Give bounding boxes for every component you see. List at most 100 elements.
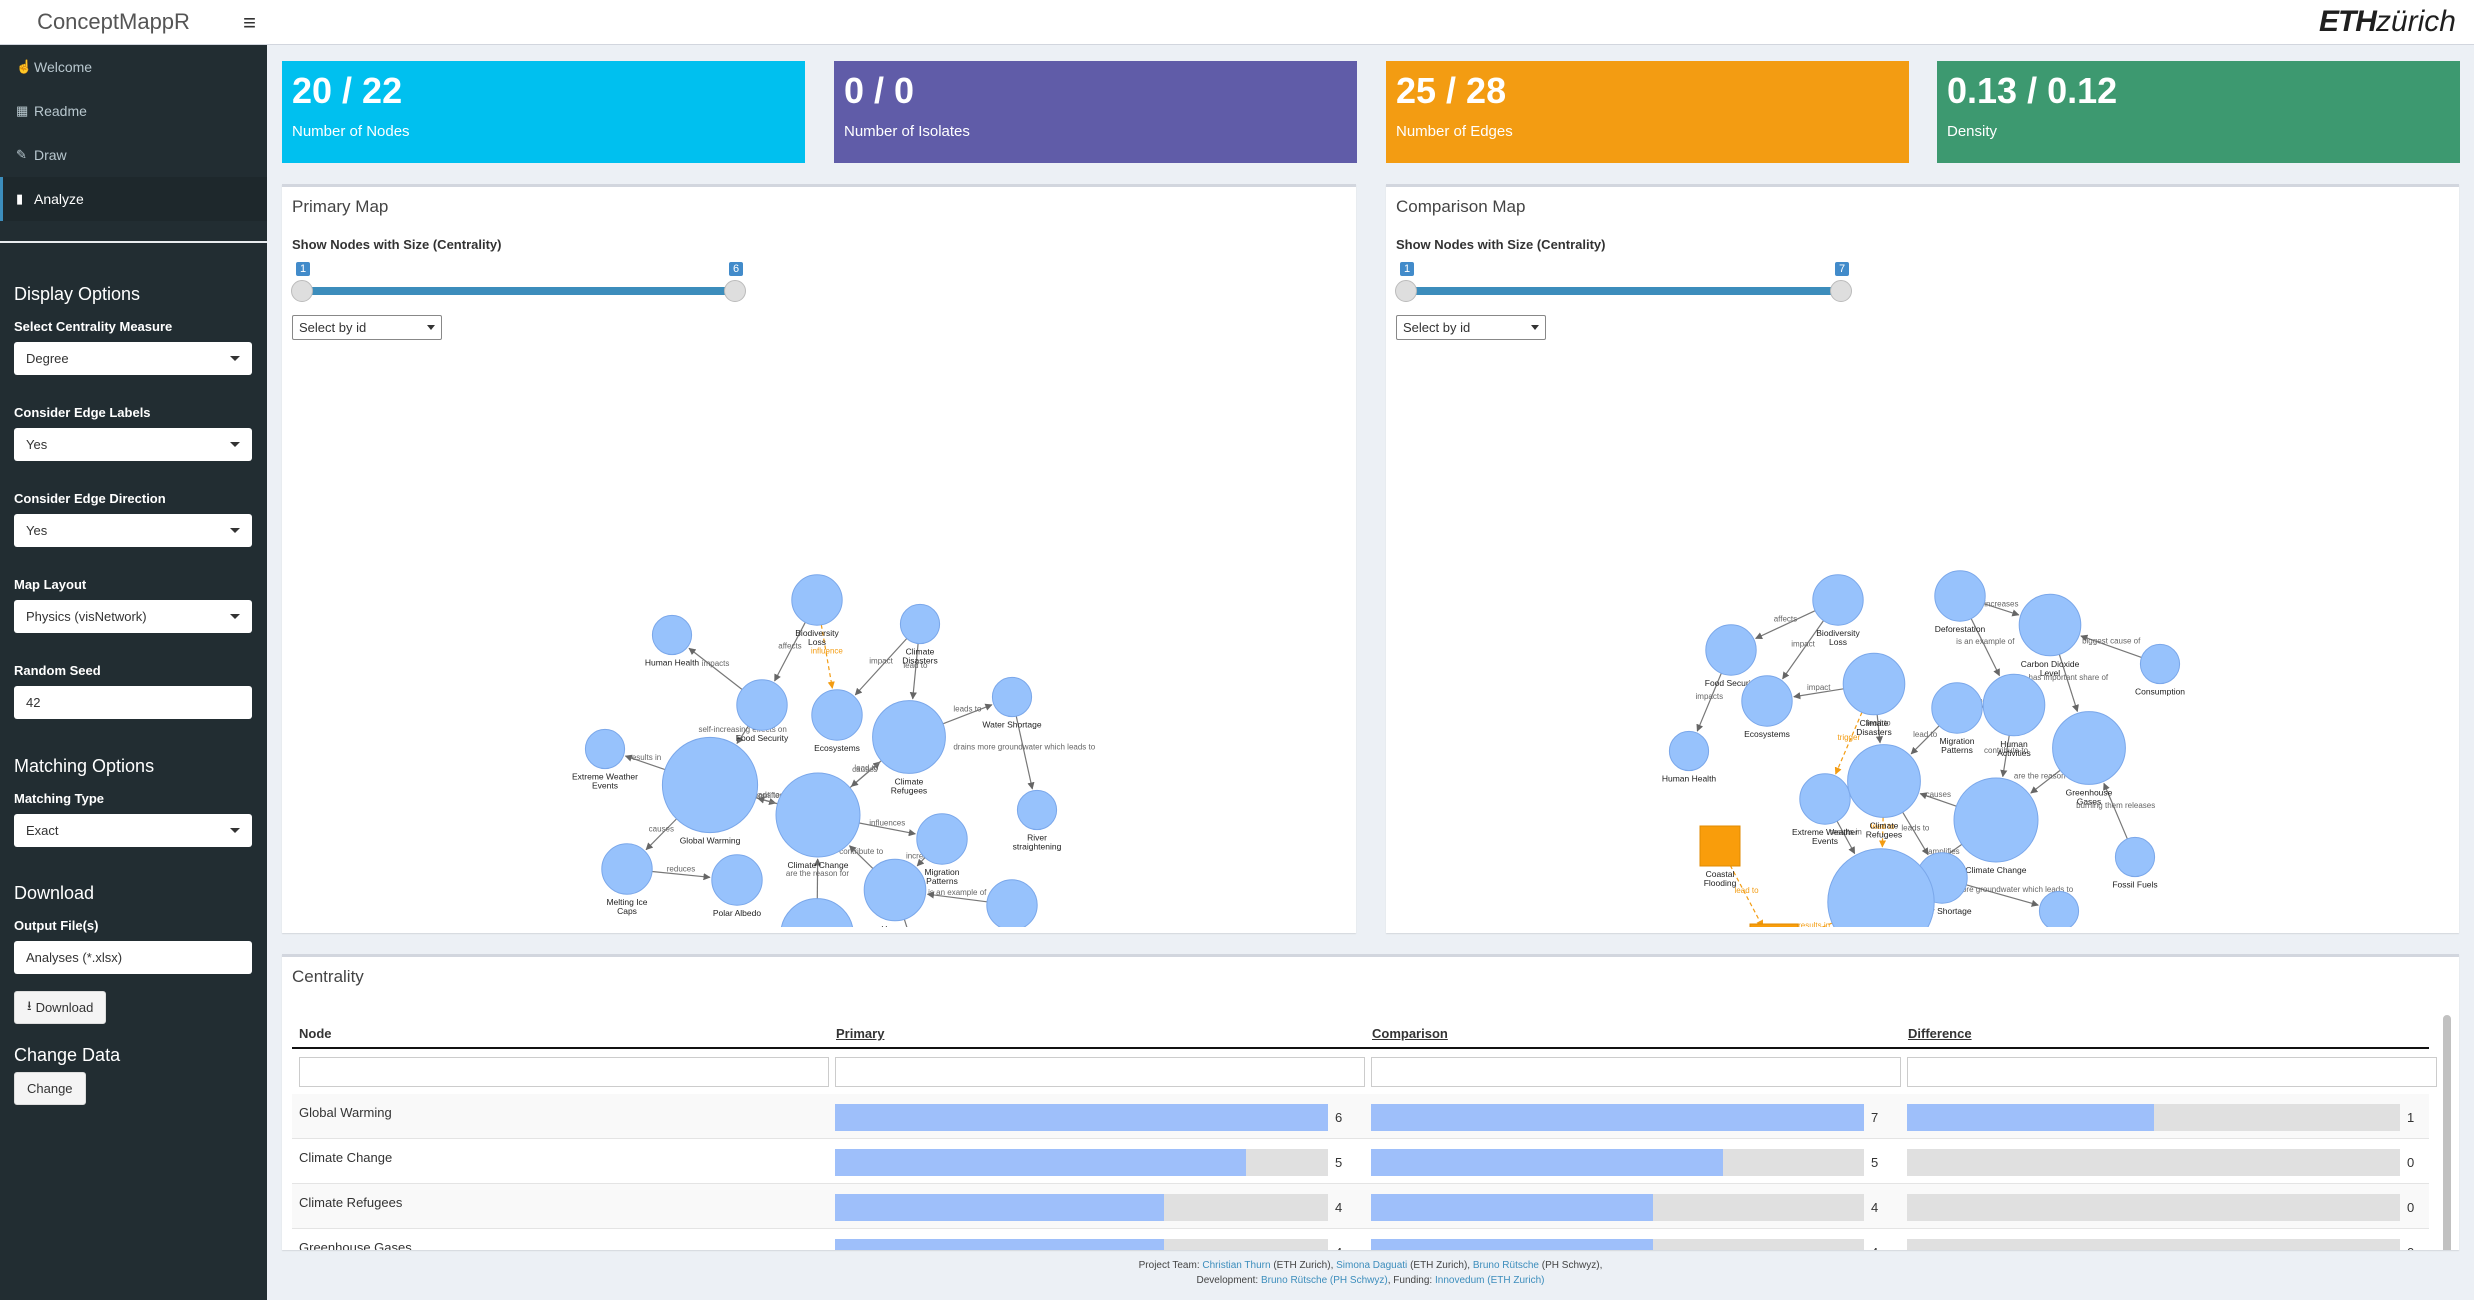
- node-food-security[interactable]: Food Security: [1705, 624, 1758, 688]
- download-button[interactable]: ⭳ Download: [14, 991, 107, 1024]
- edge-labels-select[interactable]: Yes: [14, 428, 252, 461]
- sidebar-item-analyze[interactable]: ▮ Analyze: [0, 177, 267, 221]
- comparison-slider-min-handle[interactable]: [1395, 280, 1417, 302]
- node-circle-shape[interactable]: [1016, 789, 1058, 831]
- node-circle-shape[interactable]: [2139, 643, 2181, 685]
- node-circle-shape[interactable]: [584, 728, 626, 770]
- node-circle-shape[interactable]: [2114, 836, 2156, 878]
- node-biodiversity-loss[interactable]: BiodiversityLoss: [1812, 574, 1864, 647]
- col-header-primary[interactable]: Primary: [836, 1026, 884, 1041]
- edge-cf-rsl[interactable]: [1729, 865, 1764, 927]
- node-migration-patterns[interactable]: MigrationPatterns: [1931, 682, 1983, 755]
- node-circle-shape[interactable]: [863, 858, 927, 922]
- footer-link-rutsche[interactable]: Bruno Rütsche: [1473, 1260, 1539, 1271]
- node-fossil-fuels[interactable]: Fossil Fuels: [2112, 836, 2158, 890]
- node-circle-shape[interactable]: [991, 676, 1033, 718]
- node-circle-shape[interactable]: [2018, 593, 2082, 657]
- node-circle-shape[interactable]: [1953, 777, 2039, 863]
- node-human-health[interactable]: Human Health: [1662, 730, 1717, 784]
- node-polar-albedo[interactable]: Polar Albedo: [711, 854, 763, 918]
- node-biodiversity-loss[interactable]: BiodiversityLoss: [791, 574, 843, 647]
- change-button[interactable]: Change: [14, 1072, 86, 1105]
- node-human-health[interactable]: Human Health: [645, 614, 700, 668]
- node-circle-shape[interactable]: [899, 603, 941, 645]
- node-climate-disasters[interactable]: ClimateDisasters: [899, 603, 941, 666]
- node-deforestation[interactable]: Deforestation: [1934, 570, 1986, 634]
- primary-slider-track[interactable]: [301, 287, 735, 295]
- node-circle-shape[interactable]: [791, 574, 843, 626]
- node-consumption[interactable]: Consumption: [2135, 643, 2185, 697]
- node-carbon-dioxide-level[interactable]: Carbon DioxideLevel: [2018, 593, 2082, 678]
- node-rising-sea-levels[interactable]: Rising SeaLevels: [1749, 923, 1799, 927]
- node-human-activities[interactable]: HumanActivities: [863, 858, 927, 927]
- node-circle-shape[interactable]: [872, 700, 946, 774]
- node-circle-shape[interactable]: [651, 614, 693, 656]
- node-river-straightening[interactable]: Riverstraightening: [1013, 789, 1062, 852]
- node-circle-shape[interactable]: [1812, 574, 1864, 626]
- comparison-network-graph[interactable]: affects impact impacts impact increases is an…: [1386, 357, 2459, 927]
- node-circle-shape[interactable]: [736, 679, 788, 731]
- edge-cr-ws[interactable]: [1902, 811, 1929, 856]
- node-circle-shape[interactable]: [1827, 848, 1935, 927]
- matching-type-select[interactable]: Exact: [14, 814, 252, 847]
- node-migration-patterns[interactable]: MigrationPatterns: [916, 813, 968, 886]
- node-circle-shape[interactable]: [661, 736, 759, 834]
- node-coastal-flooding[interactable]: CoastalFlooding: [1699, 825, 1741, 888]
- output-files-select[interactable]: Analyses (*.xlsx): [14, 941, 252, 974]
- node-circle-shape[interactable]: [1705, 624, 1757, 676]
- node-melting-ice-caps[interactable]: Melting IceCaps: [601, 843, 653, 916]
- node-square-shape[interactable]: [1699, 825, 1741, 867]
- node-circle-shape[interactable]: [1931, 682, 1983, 734]
- comparison-slider-track[interactable]: [1405, 287, 1841, 295]
- node-circle-shape[interactable]: [916, 813, 968, 865]
- filter-difference-input[interactable]: [1907, 1057, 2437, 1087]
- col-header-node[interactable]: Node: [299, 1026, 332, 1041]
- node-ecosystems[interactable]: Ecosystems: [1741, 675, 1793, 739]
- sidebar-item-readme[interactable]: ▦ Readme: [0, 89, 267, 133]
- node-deforestation[interactable]: Deforestation: [986, 879, 1038, 927]
- node-circle-shape[interactable]: [1741, 675, 1793, 727]
- node-circle-shape[interactable]: [1847, 744, 1921, 818]
- node-circle-shape[interactable]: [1799, 773, 1851, 825]
- edge-ewe-gw[interactable]: [1836, 820, 1856, 855]
- edge-cd-eco[interactable]: [854, 638, 908, 696]
- node-climate-disasters[interactable]: ClimateDisasters: [1842, 652, 1906, 737]
- footer-link-innovedum[interactable]: Innovedum (ETH Zurich): [1435, 1275, 1544, 1286]
- node-circle-shape[interactable]: [711, 854, 763, 906]
- footer-link-development[interactable]: Bruno Rütsche (PH Schwyz): [1261, 1275, 1388, 1286]
- filter-comparison-input[interactable]: [1371, 1057, 1901, 1087]
- edge-direction-select[interactable]: Yes: [14, 514, 252, 547]
- centrality-measure-select[interactable]: Degree: [14, 342, 252, 375]
- node-ecosystems[interactable]: Ecosystems: [811, 689, 863, 753]
- map-layout-select[interactable]: Physics (visNetwork): [14, 600, 252, 633]
- sidebar-toggle-icon[interactable]: ≡: [232, 0, 267, 45]
- node-circle-shape[interactable]: [601, 843, 653, 895]
- primary-slider-max-handle[interactable]: [724, 280, 746, 302]
- node-global-warming[interactable]: Global Warming: [661, 736, 759, 846]
- footer-link-thurn[interactable]: Christian Thurn: [1202, 1260, 1270, 1271]
- node-global-warming[interactable]: Global Warming: [1827, 848, 1935, 927]
- node-circle-shape[interactable]: [811, 689, 863, 741]
- table-scrollbar[interactable]: [2443, 1015, 2451, 1250]
- node-food-security[interactable]: Food Security: [736, 679, 789, 743]
- node-circle-shape[interactable]: [1668, 730, 1710, 772]
- sidebar-item-draw[interactable]: ✎ Draw: [0, 133, 267, 177]
- primary-select-by-id[interactable]: Select by id: [292, 315, 442, 340]
- comparison-slider-max-handle[interactable]: [1830, 280, 1852, 302]
- node-circle-shape[interactable]: [2038, 890, 2080, 927]
- primary-network-graph[interactable]: impacts affects influence impact lead to lead…: [282, 357, 1356, 927]
- node-greenhouse-gases[interactable]: GreenhouseGases: [780, 898, 854, 927]
- col-header-comparison[interactable]: Comparison: [1372, 1026, 1448, 1041]
- node-water-shortage[interactable]: Water Shortage: [982, 676, 1042, 730]
- node-circle-shape[interactable]: [780, 898, 854, 927]
- node-greenhouse-gases[interactable]: GreenhouseGases: [2052, 711, 2126, 807]
- edge-fs-hh[interactable]: [688, 647, 743, 691]
- node-climate-refugees[interactable]: ClimateRefugees: [872, 700, 946, 796]
- node-circle-shape[interactable]: [2052, 711, 2126, 785]
- filter-node-input[interactable]: [299, 1057, 829, 1087]
- node-circle-shape[interactable]: [986, 879, 1038, 927]
- comparison-select-by-id[interactable]: Select by id: [1396, 315, 1546, 340]
- node-square-shape[interactable]: [1749, 923, 1799, 927]
- random-seed-input[interactable]: 42: [14, 686, 252, 719]
- node-circle-shape[interactable]: [1934, 570, 1986, 622]
